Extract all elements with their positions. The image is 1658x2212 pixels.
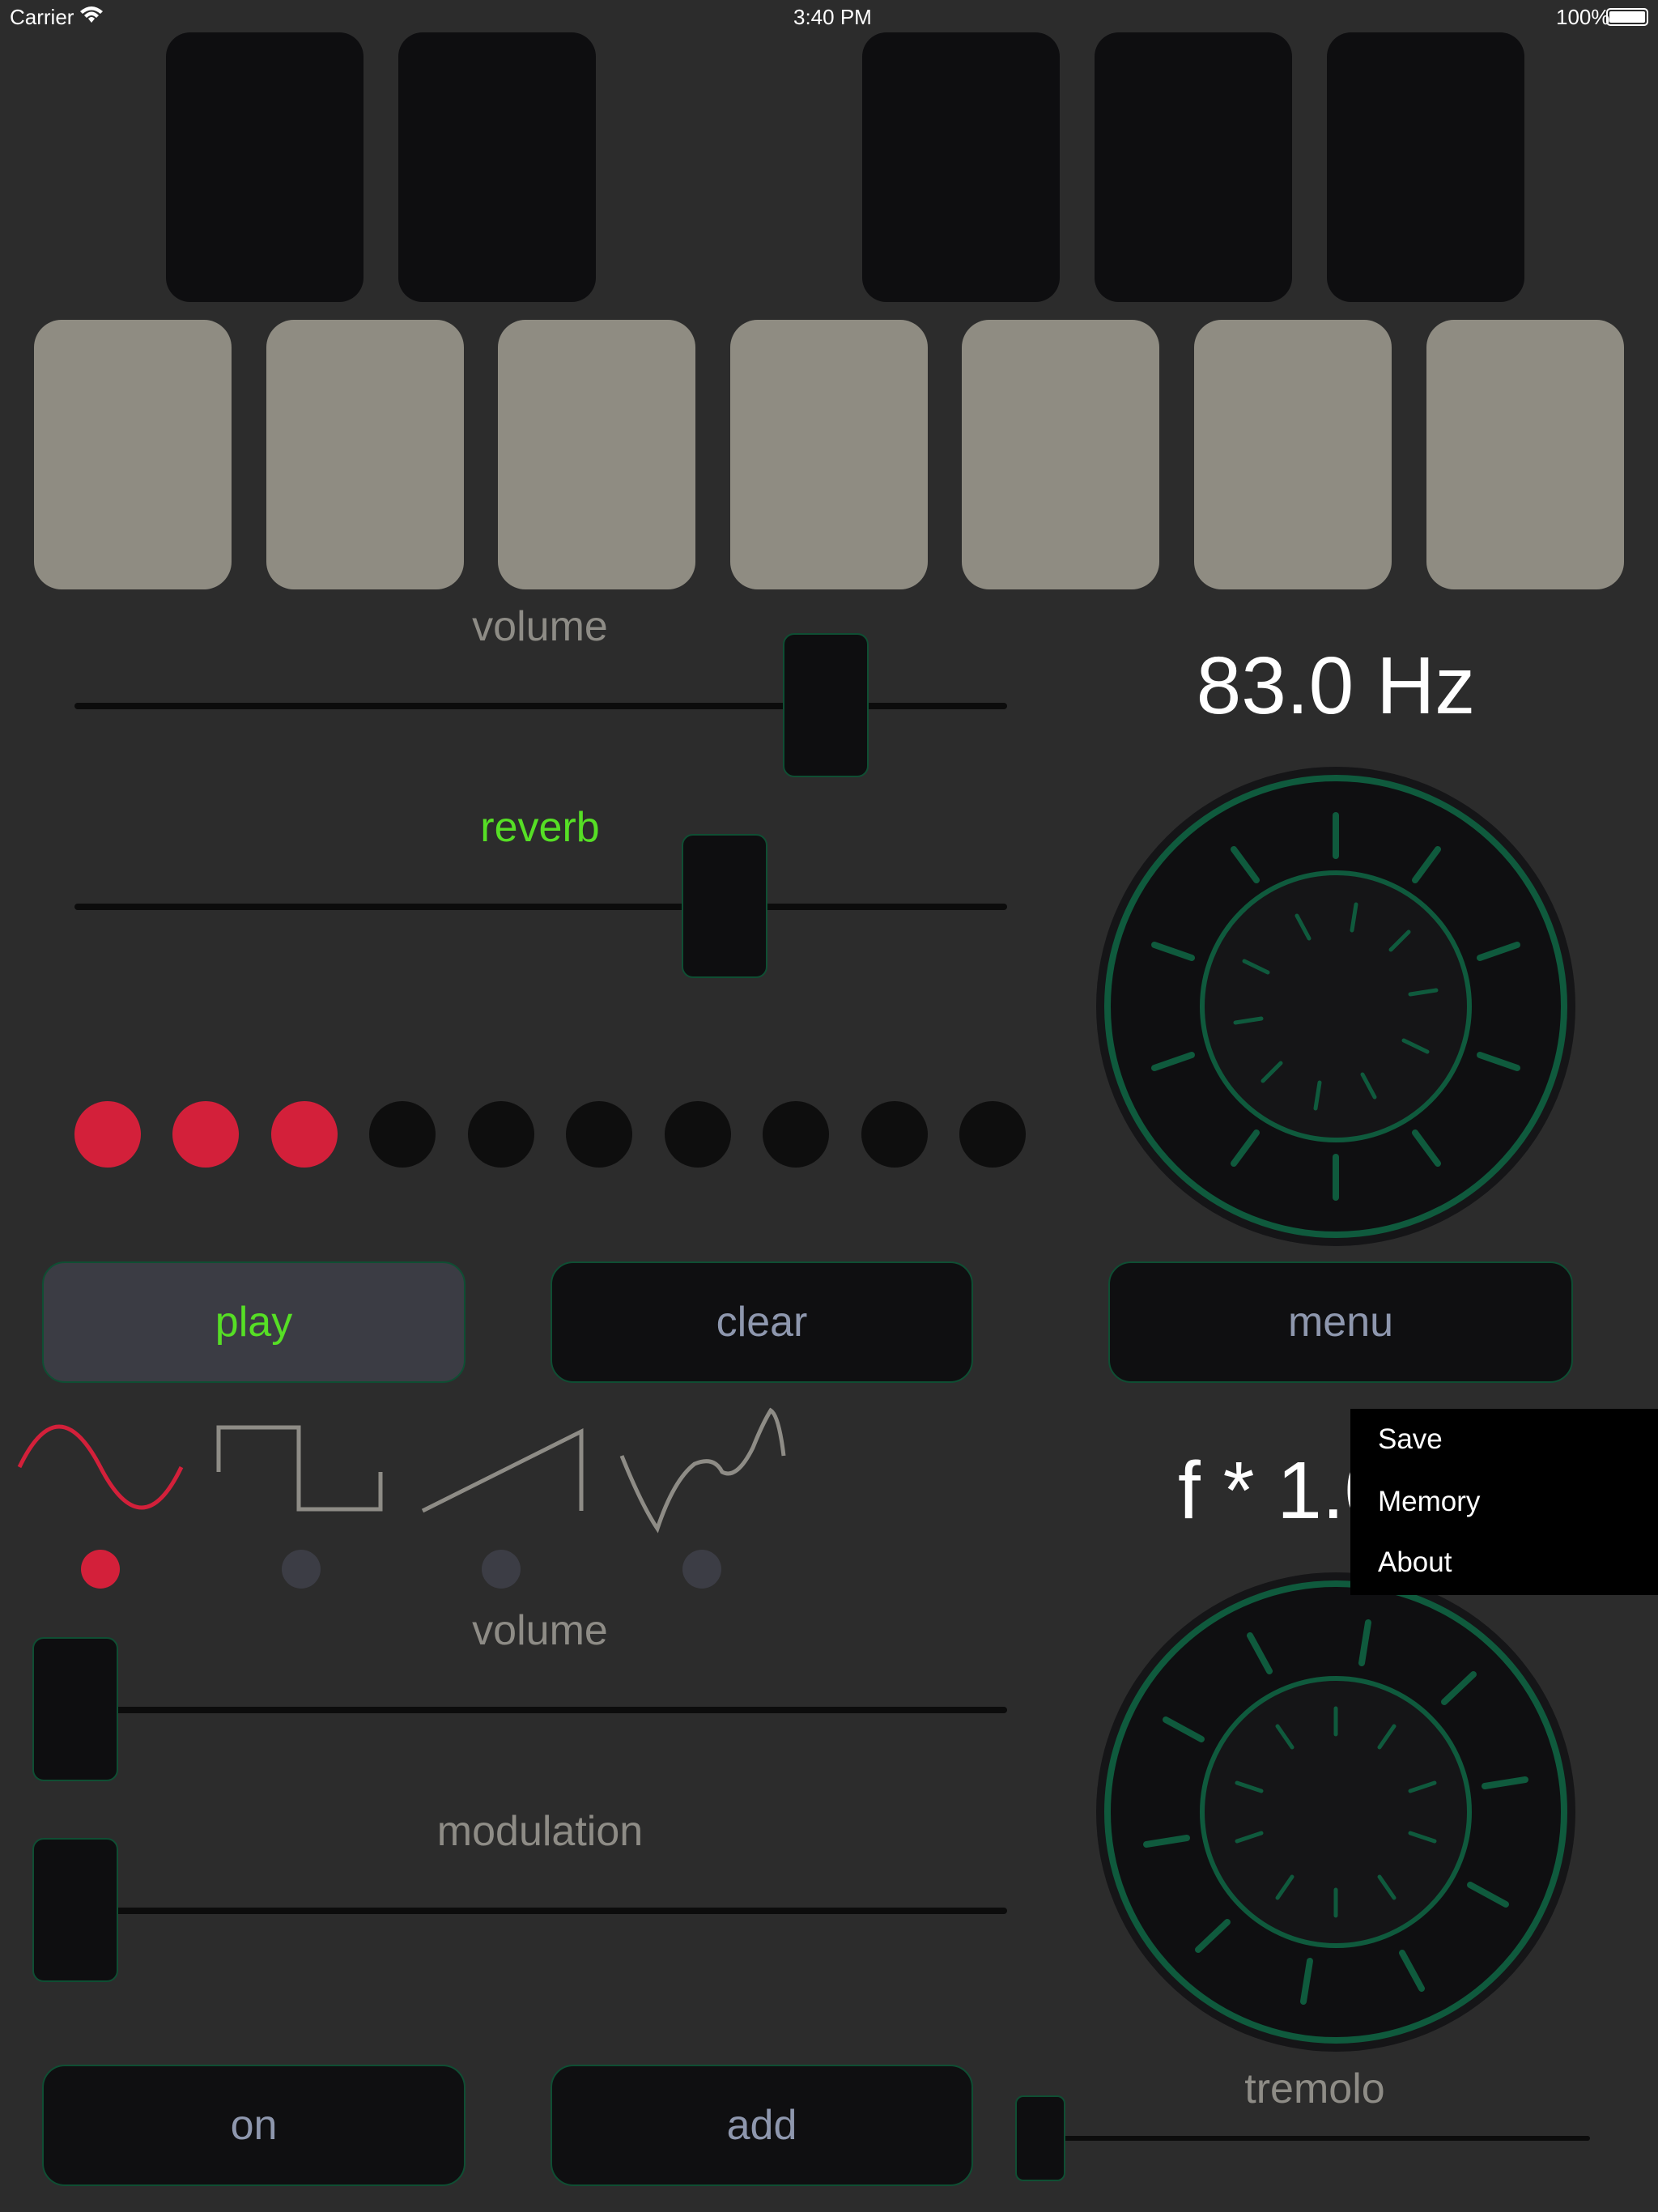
tremolo-slider-thumb[interactable] (1015, 2095, 1065, 2181)
step-dot[interactable] (861, 1101, 928, 1168)
play-button[interactable]: play (42, 1261, 466, 1383)
modulation-slider-track[interactable] (74, 1908, 1007, 1914)
menu-item-memory[interactable]: Memory (1378, 1486, 1480, 1518)
sawtooth-radio[interactable] (482, 1550, 521, 1589)
tremolo-label: tremolo (1244, 2065, 1385, 2112)
clear-button[interactable]: clear (551, 1261, 973, 1383)
battery-icon (1606, 8, 1648, 26)
wifi-icon (80, 6, 103, 23)
on-button[interactable]: on (42, 2065, 466, 2186)
white-key[interactable] (962, 320, 1159, 589)
carrier-label: Carrier (10, 5, 74, 29)
reverb-label: reverb (480, 804, 600, 851)
square-wave-icon[interactable] (215, 1423, 385, 1514)
lfo-volume-label: volume (472, 1607, 608, 1654)
step-dot[interactable] (665, 1101, 731, 1168)
lfo-volume-slider-thumb[interactable] (32, 1637, 118, 1781)
status-time: 3:40 PM (793, 5, 872, 29)
modulation-label: modulation (436, 1808, 644, 1855)
step-dot-active[interactable] (172, 1101, 239, 1168)
step-dot[interactable] (959, 1101, 1026, 1168)
square-radio[interactable] (282, 1550, 321, 1589)
modulation-slider-thumb[interactable] (32, 1838, 118, 1982)
white-key[interactable] (1426, 320, 1624, 589)
add-button[interactable]: add (551, 2065, 973, 2186)
step-dot-active[interactable] (271, 1101, 338, 1168)
sine-radio-selected[interactable] (81, 1550, 120, 1589)
menu-item-about[interactable]: About (1378, 1546, 1452, 1579)
white-key[interactable] (266, 320, 464, 589)
frequency-knob[interactable] (1095, 765, 1577, 1248)
black-key[interactable] (166, 32, 363, 302)
black-key[interactable] (398, 32, 596, 302)
reverb-slider-thumb[interactable] (682, 834, 767, 978)
step-dot[interactable] (468, 1101, 534, 1168)
battery-label: 100% (1556, 5, 1610, 29)
black-key[interactable] (1095, 32, 1292, 302)
volume-label: volume (472, 603, 608, 650)
noise-radio[interactable] (682, 1550, 721, 1589)
sawtooth-wave-icon[interactable] (419, 1427, 589, 1516)
white-key[interactable] (34, 320, 232, 589)
black-key[interactable] (862, 32, 1060, 302)
noise-wave-icon[interactable] (617, 1407, 795, 1537)
black-key[interactable] (1327, 32, 1524, 302)
white-key[interactable] (1194, 320, 1392, 589)
frequency-readout: 83.0 Hz (1196, 640, 1476, 731)
white-key[interactable] (498, 320, 695, 589)
step-dot-active[interactable] (74, 1101, 141, 1168)
lfo-volume-slider-track[interactable] (74, 1707, 1007, 1713)
sine-wave-icon[interactable] (16, 1419, 186, 1524)
dropdown-menu: Save Memory About (1350, 1409, 1658, 1595)
menu-button[interactable]: menu (1108, 1261, 1573, 1383)
menu-item-save[interactable]: Save (1378, 1423, 1443, 1456)
modulation-knob[interactable] (1095, 1571, 1577, 2053)
step-dot[interactable] (369, 1101, 436, 1168)
reverb-slider-track[interactable] (74, 904, 1007, 910)
white-key[interactable] (730, 320, 928, 589)
tremolo-slider-track[interactable] (1030, 2136, 1590, 2141)
step-dot[interactable] (763, 1101, 829, 1168)
step-dot[interactable] (566, 1101, 632, 1168)
volume-slider-thumb[interactable] (783, 633, 869, 777)
